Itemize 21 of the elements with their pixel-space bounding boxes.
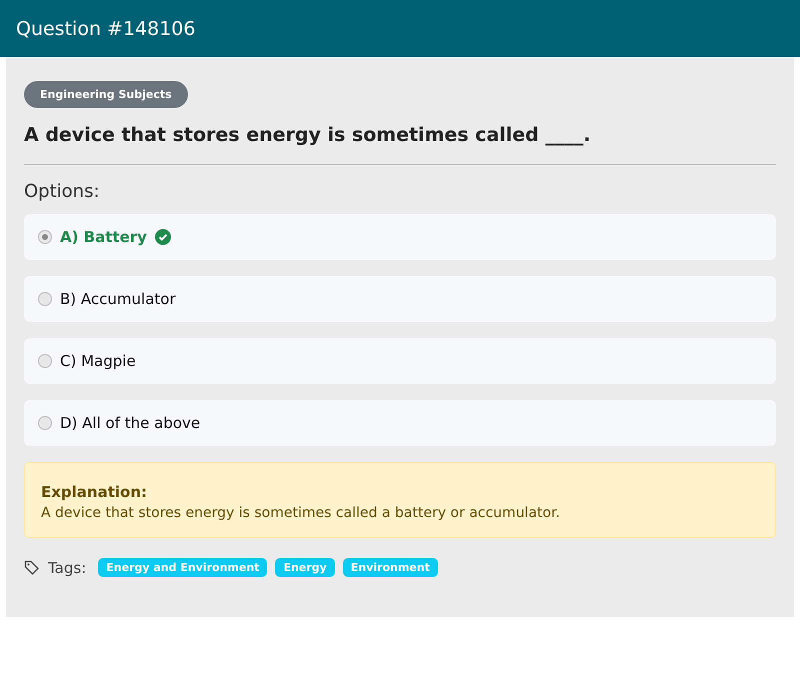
- page-title: Question #148106: [16, 18, 196, 40]
- radio-button[interactable]: [38, 416, 52, 430]
- options-heading: Options:: [24, 181, 101, 202]
- option-label: B) Accumulator: [60, 290, 176, 308]
- option-label: C) Magpie: [60, 352, 136, 370]
- option-label: A) Battery: [60, 228, 147, 246]
- radio-button[interactable]: [38, 230, 52, 244]
- category-badge: Engineering Subjects: [24, 81, 188, 108]
- option-label: D) All of the above: [60, 414, 200, 432]
- tags-label: Tags:: [48, 558, 86, 576]
- option-row[interactable]: A) Battery: [24, 214, 776, 260]
- check-icon: [154, 229, 171, 245]
- option-row[interactable]: B) Accumulator: [24, 276, 776, 322]
- explanation-title: Explanation:: [41, 483, 148, 501]
- radio-button[interactable]: [38, 292, 52, 306]
- question-text: A device that stores energy is sometimes called ____.: [24, 124, 592, 146]
- option-row[interactable]: C) Magpie: [24, 338, 776, 384]
- explanation-text: A device that stores energy is sometimes called a battery or accumulator.: [41, 505, 562, 521]
- option-row[interactable]: D) All of the above: [24, 400, 776, 446]
- tag-icon: [24, 560, 40, 576]
- radio-button[interactable]: [38, 354, 52, 368]
